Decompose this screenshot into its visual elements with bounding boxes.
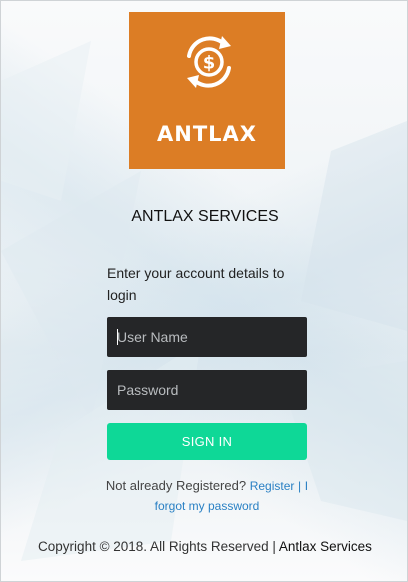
- sign-in-button[interactable]: SIGN IN: [107, 423, 307, 460]
- app-title: ANTLAX SERVICES: [131, 208, 279, 225]
- logo-text: ANTLAX: [157, 122, 257, 146]
- registration-prompt: Not already Registered?: [105, 478, 247, 493]
- svg-text:$: $: [203, 53, 216, 74]
- register-link[interactable]: Register: [250, 479, 295, 493]
- dollar-cycle-icon: $: [187, 36, 231, 88]
- link-separator: |: [298, 479, 302, 493]
- login-instructions: Enter your account details to login: [107, 265, 285, 303]
- copyright-text: Copyright © 2018. All Rights Reserved |: [38, 539, 276, 554]
- footer-brand: Antlax Services: [278, 539, 372, 554]
- password-input[interactable]: [107, 370, 307, 410]
- text-cursor: [117, 329, 118, 345]
- antlax-logo: $ ANTLAX: [129, 12, 285, 169]
- username-input[interactable]: [107, 317, 307, 357]
- login-page: $ ANTLAX ANTLAX SERVICES Enter your acco…: [0, 0, 408, 582]
- registration-links: Not already Registered? Register | I for…: [97, 476, 317, 516]
- footer: Copyright © 2018. All Rights Reserved | …: [1, 539, 408, 554]
